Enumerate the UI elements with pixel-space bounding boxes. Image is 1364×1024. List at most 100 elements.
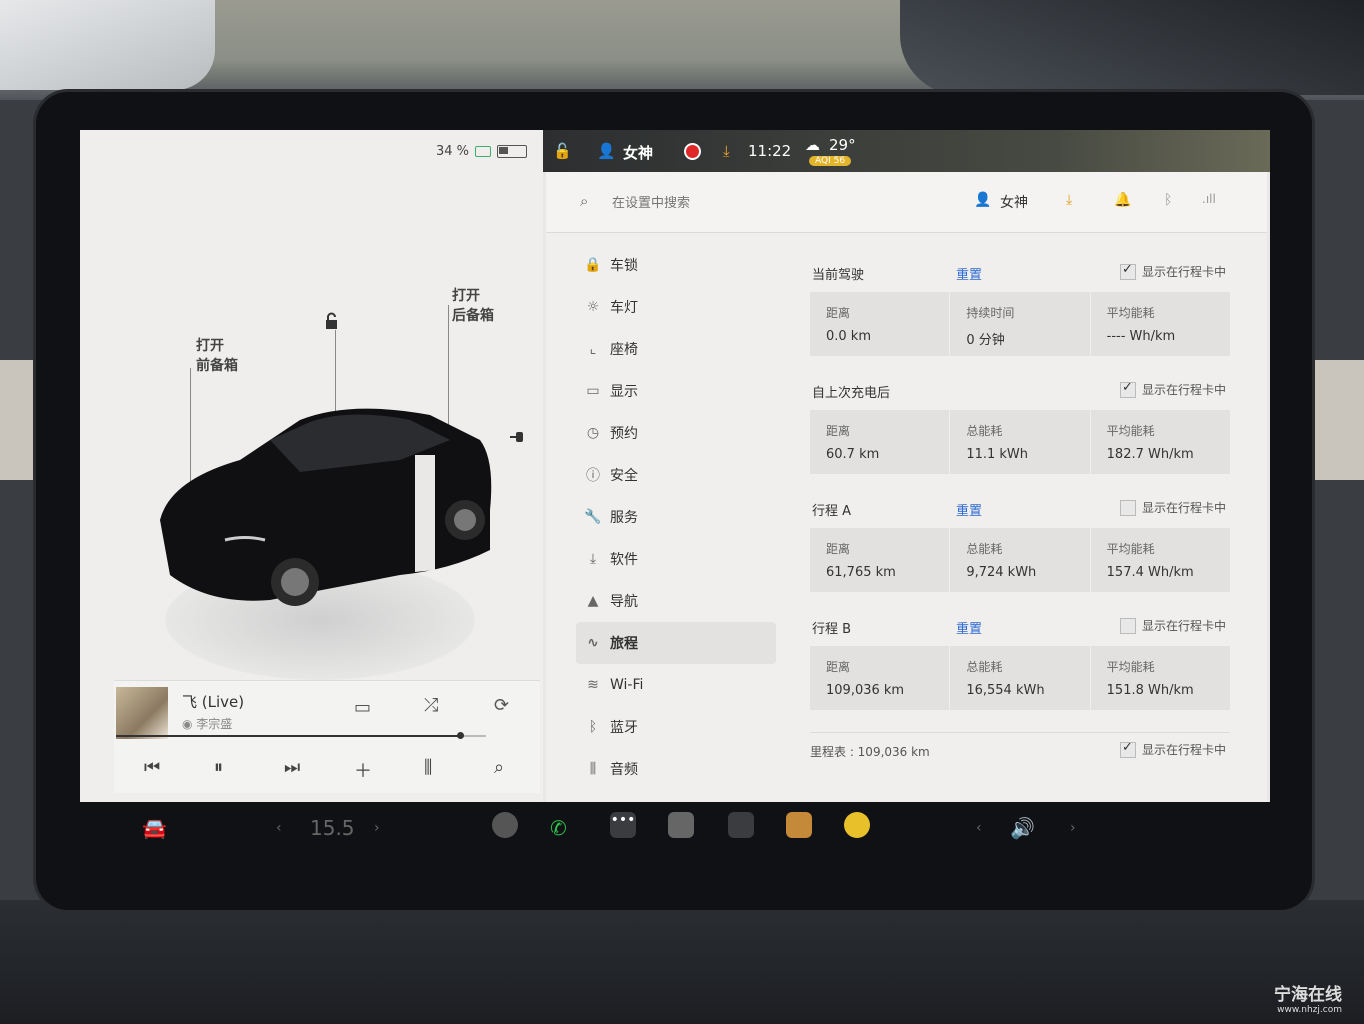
nav-item-label: 车锁 [610,258,638,274]
odometer-show-toggle[interactable]: 显示在行程卡中 [1119,740,1226,758]
stat-value: 16,554 kWh [966,683,1045,698]
nav-item-11[interactable]: ᛒ 蓝牙 [576,706,776,748]
profile-icon[interactable]: 👤 [597,142,616,160]
trip-stat: 距离 109,036 km [810,646,951,710]
nav-item-8[interactable]: ▲ 导航 [576,580,776,622]
volume-icon[interactable]: 🔊 [1010,816,1035,840]
phone-icon[interactable]: ✆ [550,816,567,840]
profile-name[interactable]: 女神 [623,142,653,163]
status-bar: 🔓 👤 女神 ⤓ 11:22 ☁ 29° AQI 56 [543,130,1270,172]
playback-progress-fill [116,735,461,737]
arcade-icon[interactable] [728,812,754,838]
playback-progress-knob[interactable] [457,732,465,739]
show-in-card-toggle[interactable]: 显示在行程卡中 [1119,617,1226,634]
show-in-card-label: 显示在行程卡中 [1141,743,1226,757]
pause-icon[interactable]: ⏸ [214,757,223,778]
shuffle-icon[interactable]: ⤮ [424,695,438,716]
more-apps-icon[interactable]: ••• [610,812,636,838]
song-title: 飞 (Live) [182,693,245,711]
settings-header: ⌕ 👤 女神 ⤓ 🔔 ᛒ .ıll [546,172,1267,233]
nav-item-9[interactable]: ∿ 旅程 [576,622,776,664]
trip-section-header: 行程 A 重置 显示在行程卡中 [810,496,1230,522]
show-in-card-toggle[interactable]: 显示在行程卡中 [1119,262,1226,280]
trip-stat: 平均能耗 182.7 Wh/km [1091,410,1230,474]
clock-time: 11:22 [748,142,792,160]
nav-item-10[interactable]: ≋ Wi-Fi [576,664,776,706]
temp-down-icon[interactable]: ‹ [276,820,282,836]
header-profile-icon[interactable]: 👤 [974,192,991,208]
stat-value: 109,036 km [826,683,905,698]
nav-item-7[interactable]: ⤓ 软件 [576,538,776,580]
header-bell-icon[interactable]: 🔔 [1114,192,1131,208]
playback-progress-bar[interactable] [116,732,486,739]
trip-section-header: 当前驾驶 重置 显示在行程卡中 [810,260,1230,286]
stat-label: 持续时间 [966,306,1015,320]
settings-search-input[interactable] [610,190,874,216]
nav-item-label: 安全 [610,468,638,484]
header-download-icon[interactable]: ⤓ [1066,192,1072,208]
trip-stats-row: 距离 60.7 km 总能耗 11.1 kWh 平均能耗 182.7 Wh/km [810,410,1230,474]
header-bluetooth-icon[interactable]: ᛒ [1164,192,1172,208]
search-media-icon[interactable]: ⌕ [494,757,504,778]
nav-item-label: 预约 [610,426,638,442]
charge-port-icon[interactable] [508,430,526,448]
reset-button[interactable]: 重置 [956,500,982,519]
temp-up-icon[interactable]: › [374,820,380,836]
open-frunk-label-1: 打开 [196,338,224,354]
stat-label: 距离 [826,424,851,438]
nav-item-2[interactable]: ⌞ 座椅 [576,328,776,370]
lyrics-icon[interactable]: ▭ [354,697,371,718]
reset-button[interactable]: 重置 [956,618,982,637]
unlock-icon[interactable] [322,312,340,334]
album-art[interactable] [116,687,168,739]
stat-value: 11.1 kWh [966,447,1029,462]
charging-icon [475,146,491,157]
trip-section-title: 当前驾驶 [812,268,865,283]
header-profile-name[interactable]: 女神 [1000,192,1028,212]
nav-item-3[interactable]: ▭ 显示 [576,370,776,412]
trip-stat: 总能耗 9,724 kWh [950,528,1091,592]
checkbox[interactable] [1119,740,1136,758]
show-in-card-toggle[interactable]: 显示在行程卡中 [1119,499,1226,516]
volume-down-icon[interactable]: ‹ [976,820,982,836]
dashcam-record-icon[interactable] [686,145,699,158]
trip-stat: 平均能耗 157.4 Wh/km [1091,528,1230,592]
equalizer-icon[interactable]: ⫼ [424,757,432,778]
display-icon: ▭ [586,383,600,399]
wrench-icon: 🔧 [584,509,602,525]
checkbox[interactable] [1119,380,1136,398]
show-in-card-toggle[interactable]: 显示在行程卡中 [1119,380,1226,398]
car-icon[interactable]: 🚘 [142,816,167,840]
unlock-status-icon[interactable]: 🔓 [553,142,572,160]
download-icon[interactable]: ⤓ [723,142,730,160]
settings-panel: ⌕ 👤 女神 ⤓ 🔔 ᛒ .ıll 🔒 车锁 ☼ 车灯 ⌞ 座椅 ▭ 显示 ◷ 预约 ⓘ 安全 🔧 服务 ⤓… [546,172,1267,802]
nav-item-4[interactable]: ◷ 预约 [576,412,776,454]
nav-item-6[interactable]: 🔧 服务 [576,496,776,538]
odometer-row: 里程表 : 109,036 km 显示在行程卡中 [810,732,1230,773]
checkbox[interactable] [1119,499,1136,516]
checkbox[interactable] [1119,617,1136,634]
nav-item-1[interactable]: ☼ 车灯 [576,286,776,328]
volume-up-icon[interactable]: › [1070,820,1076,836]
nav-item-5[interactable]: ⓘ 安全 [576,454,776,496]
nav-item-0[interactable]: 🔒 车锁 [576,244,776,286]
open-trunk-button[interactable]: 打开 后备箱 [452,286,494,326]
music-app-icon[interactable] [844,812,870,838]
open-frunk-button[interactable]: 打开 前备箱 [196,336,238,376]
checkbox[interactable] [1119,262,1136,280]
toybox-icon[interactable] [786,812,812,838]
previous-track-icon[interactable]: ⏮ [144,757,160,778]
repeat-icon[interactable]: ⟳ [494,695,509,716]
nav-item-label: Wi-Fi [610,677,644,693]
climate-temp[interactable]: 15.5 [310,816,355,840]
battery-indicator: 34 % [436,144,527,159]
nav-item-12[interactable]: ⫼ 音频 [576,748,776,790]
camera-app-icon[interactable] [492,812,518,838]
next-track-icon[interactable]: ⏭ [284,757,300,778]
nav-item-label: 车灯 [610,300,638,316]
dashcam-app-icon[interactable] [668,812,694,838]
nav-item-label: 导航 [610,594,638,610]
add-icon[interactable]: ＋ [354,757,372,783]
stat-label: 总能耗 [966,542,1003,556]
reset-button[interactable]: 重置 [956,264,982,283]
